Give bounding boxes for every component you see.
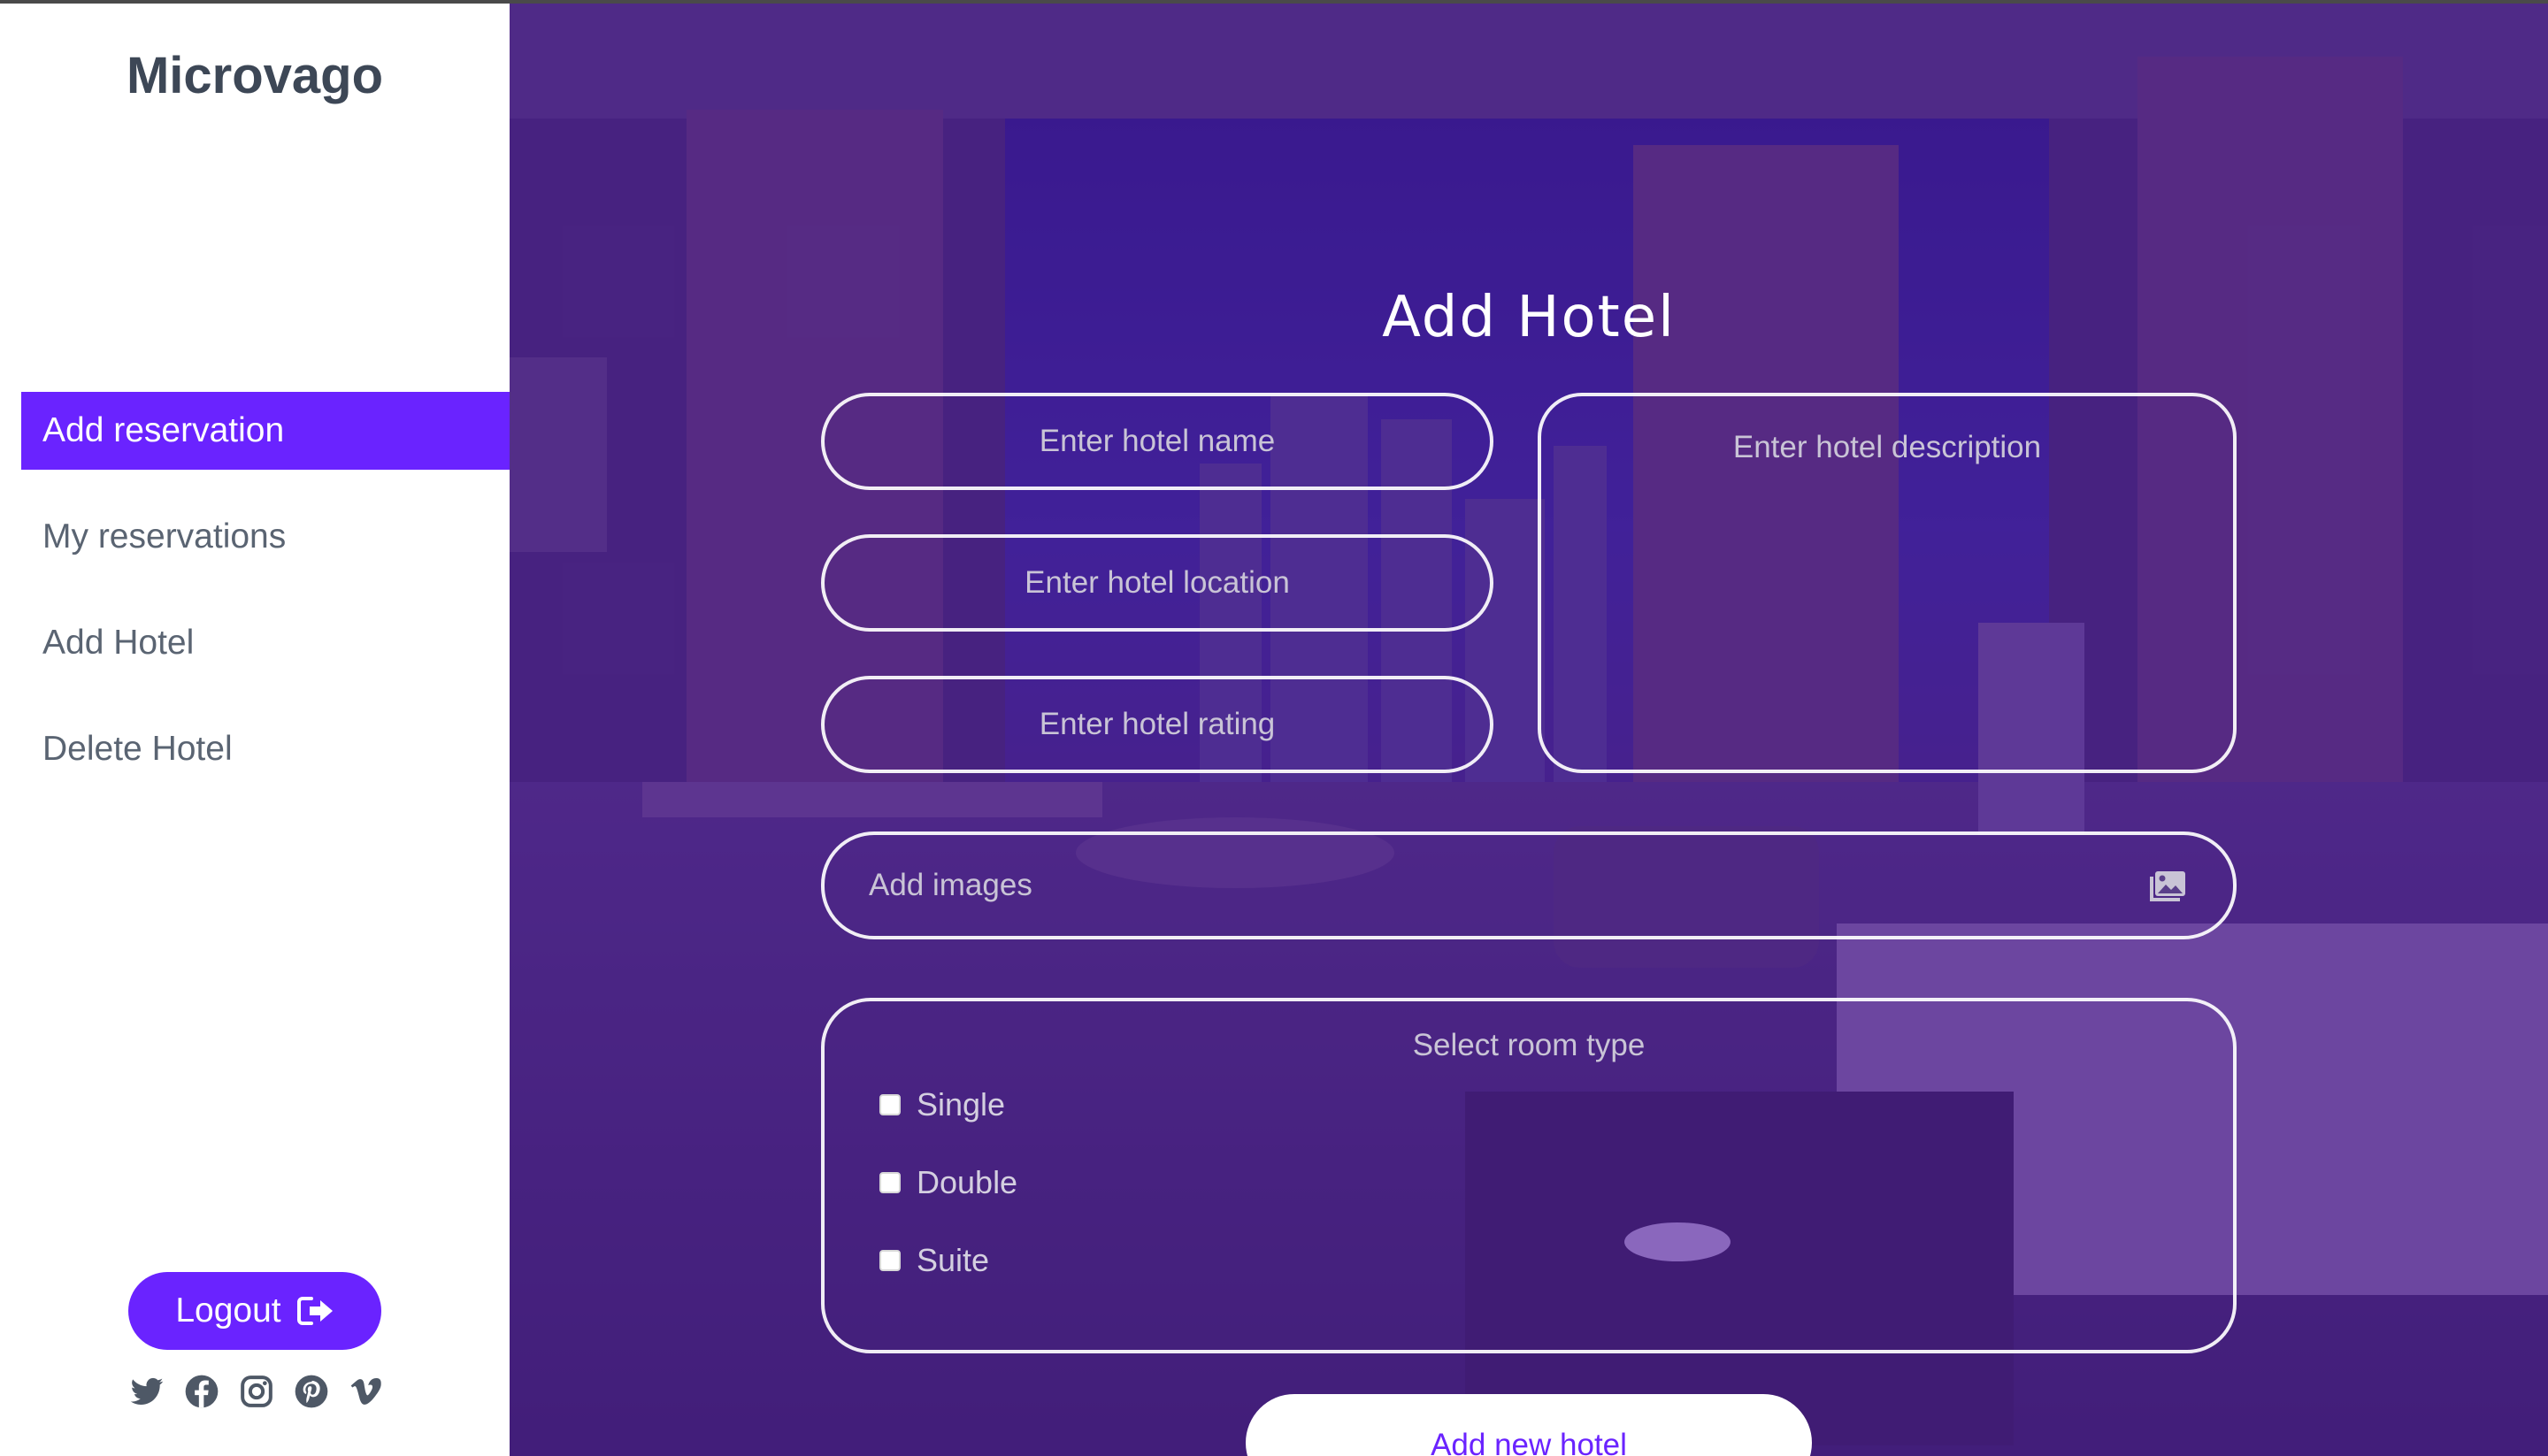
suite-checkbox[interactable]: [879, 1250, 901, 1271]
pinterest-icon[interactable]: [293, 1373, 330, 1410]
main-content: Add Hotel Enter hotel name Enter hotel l…: [510, 4, 2548, 1456]
logout-button[interactable]: Logout: [128, 1272, 381, 1350]
hotel-name-placeholder: Enter hotel name: [1039, 424, 1276, 458]
hotel-rating-input[interactable]: Enter hotel rating: [821, 676, 1493, 773]
single-checkbox[interactable]: [879, 1094, 901, 1115]
add-images-input[interactable]: Add images: [821, 831, 2237, 939]
hotel-description-textarea[interactable]: Enter hotel description: [1538, 393, 2237, 773]
hotel-location-input[interactable]: Enter hotel location: [821, 534, 1493, 632]
hotel-name-input[interactable]: Enter hotel name: [821, 393, 1493, 490]
instagram-icon[interactable]: [238, 1373, 275, 1410]
suite-label: Suite: [917, 1242, 990, 1278]
logout-label: Logout: [175, 1291, 281, 1330]
window-top-border: [0, 0, 2548, 4]
hotel-location-placeholder: Enter hotel location: [1025, 565, 1290, 600]
room-type-label: Select room type: [1412, 1028, 1646, 1062]
add-new-hotel-button[interactable]: Add new hotel: [1246, 1394, 1812, 1456]
vimeo-icon[interactable]: [348, 1373, 385, 1410]
social-links: [128, 1373, 385, 1410]
page-title: Add Hotel: [1382, 285, 1676, 350]
room-type-group: Select room type Single Double Suite: [821, 998, 2237, 1353]
sidebar-item-my-reservations[interactable]: My reservations: [21, 498, 510, 576]
hotel-rating-placeholder: Enter hotel rating: [1039, 707, 1276, 741]
single-label: Single: [917, 1086, 1006, 1123]
sidebar-nav: Add reservation My reservations Add Hote…: [21, 392, 510, 816]
sidebar: Microvago Add reservation My reservation…: [0, 0, 510, 1456]
room-type-option-double[interactable]: Double: [879, 1164, 1017, 1201]
twitter-icon[interactable]: [128, 1373, 165, 1410]
room-type-option-single[interactable]: Single: [879, 1086, 1005, 1123]
hotel-description-placeholder: Enter hotel description: [1732, 430, 2042, 464]
facebook-icon[interactable]: [183, 1373, 220, 1410]
sidebar-item-delete-hotel[interactable]: Delete Hotel: [21, 710, 510, 788]
add-new-hotel-label: Add new hotel: [1431, 1428, 1627, 1456]
brand-logo: Microvago: [126, 47, 384, 104]
images-icon[interactable]: [2148, 868, 2187, 903]
sidebar-item-add-hotel[interactable]: Add Hotel: [21, 604, 510, 682]
sign-out-icon: [296, 1297, 333, 1325]
double-checkbox[interactable]: [879, 1172, 901, 1193]
double-label: Double: [917, 1164, 1018, 1200]
room-type-option-suite[interactable]: Suite: [879, 1242, 989, 1279]
add-images-label: Add images: [869, 868, 1032, 902]
sidebar-item-add-reservation[interactable]: Add reservation: [21, 392, 510, 470]
